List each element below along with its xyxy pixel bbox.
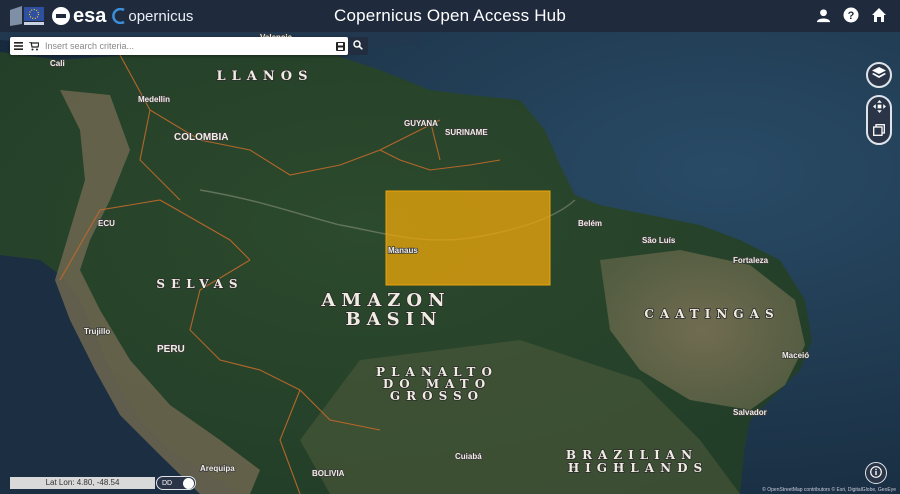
user-icon[interactable]: [814, 6, 832, 24]
save-icon[interactable]: [332, 37, 348, 55]
map-attribution: © OpenStreetMap contributors © Esri, Dig…: [762, 487, 896, 493]
search-icon: [353, 37, 363, 55]
place-label: Fortaleza: [733, 256, 769, 265]
place-label: Trujillo: [84, 327, 110, 336]
menu-icon[interactable]: [10, 37, 26, 55]
coord-format-label: DD: [162, 479, 173, 487]
cart-icon[interactable]: [26, 37, 42, 55]
region-label: AMAZON: [320, 290, 450, 311]
place-label: Cali: [50, 59, 65, 68]
page-title: Copernicus Open Access Hub: [334, 6, 566, 25]
place-label: Belém: [578, 219, 602, 228]
region-label: BRAZILIAN: [566, 448, 698, 462]
region-label: GROSSO: [390, 389, 484, 403]
coordinate-readout: Lat Lon: 4.80, -48.54: [10, 477, 155, 489]
place-label: Cuiabá: [455, 452, 482, 461]
map-view[interactable]: LLANOS SELVAS AMAZON BASIN PLANALTO DO M…: [0, 32, 900, 494]
place-label: Medellin: [138, 95, 170, 104]
place-label: Manaus: [388, 246, 418, 255]
region-label: CAATINGAS: [644, 307, 779, 321]
place-label: SURINAME: [445, 128, 488, 137]
selection-footprint: [385, 190, 551, 286]
region-label: BASIN: [345, 309, 442, 330]
layers-icon: [872, 66, 886, 84]
area-select-icon[interactable]: [873, 123, 885, 141]
place-label: Arequipa: [200, 464, 235, 473]
region-label: LLANOS: [217, 69, 314, 84]
app-header: esa opernicus Copernicus Open Access Hub…: [0, 0, 900, 32]
place-label: PERU: [157, 344, 185, 355]
place-label: GUYANA: [404, 119, 438, 128]
place-label: COLOMBIA: [174, 132, 228, 143]
search-input[interactable]: [42, 38, 332, 54]
info-icon: [870, 465, 882, 481]
place-label: São Luís: [642, 236, 676, 245]
place-label: Maceió: [782, 351, 809, 360]
layers-button[interactable]: [866, 62, 892, 88]
region-label: HIGHLANDS: [568, 461, 708, 475]
region-label: SELVAS: [156, 277, 243, 291]
place-label: BOLIVIA: [312, 469, 345, 478]
search-bar: [10, 37, 348, 55]
map-mode-toggle: [866, 95, 892, 145]
toggle-knob: [183, 477, 194, 489]
coord-format-toggle[interactable]: DD: [156, 476, 196, 490]
place-label: ECU: [98, 219, 115, 228]
info-button[interactable]: [865, 462, 887, 484]
search-button[interactable]: [348, 37, 368, 55]
home-icon[interactable]: [870, 6, 888, 24]
svg-text:?: ?: [848, 10, 855, 22]
pan-icon[interactable]: [872, 99, 886, 118]
help-icon[interactable]: ?: [842, 6, 860, 24]
place-label: Salvador: [733, 408, 767, 417]
